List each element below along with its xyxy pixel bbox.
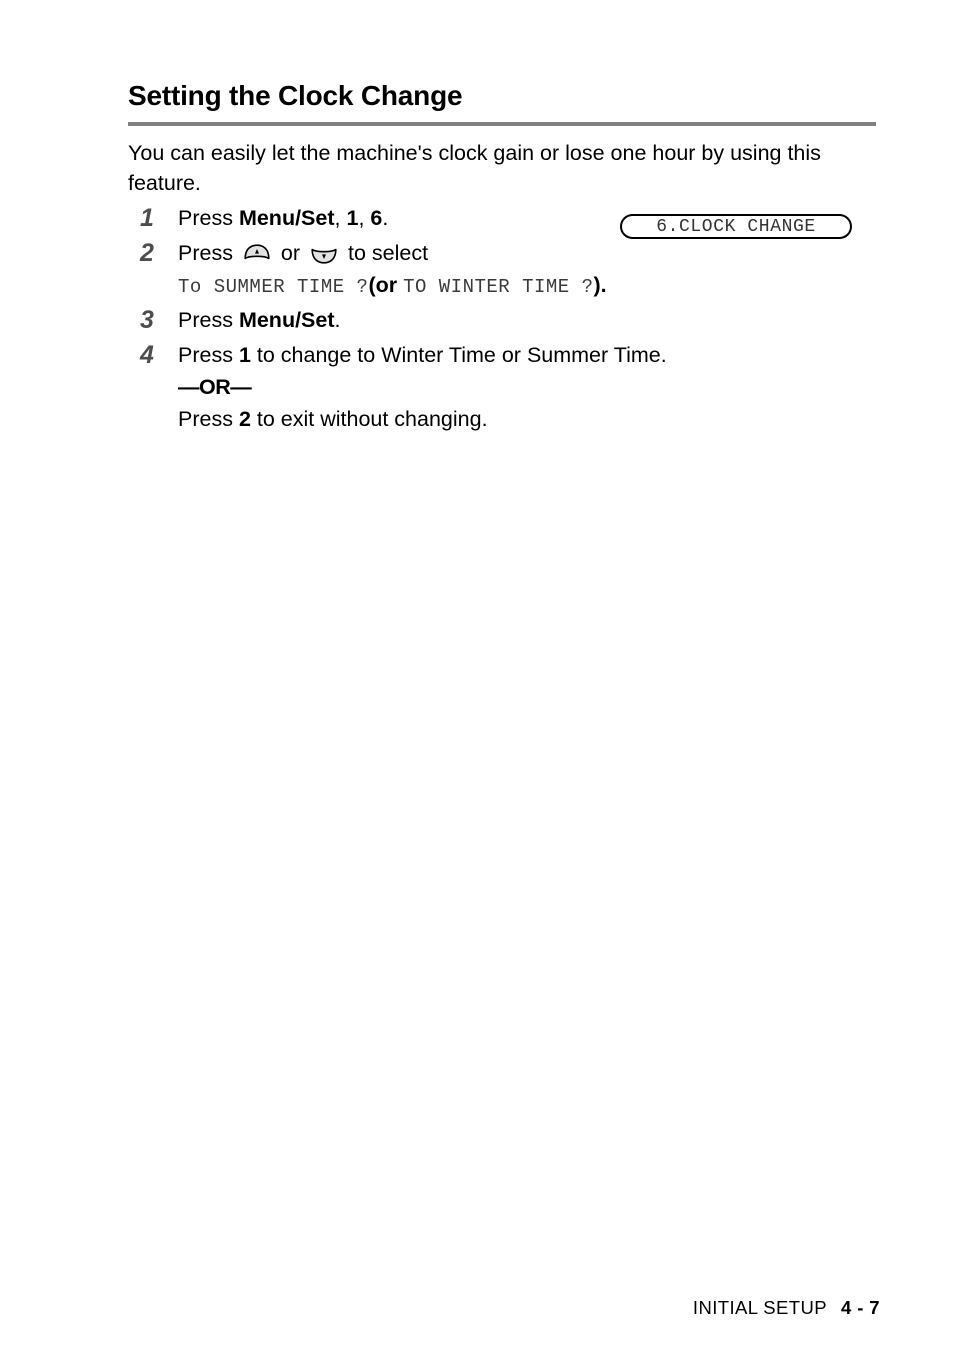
step1-sep2: ,	[358, 206, 371, 230]
or-divider: —OR—	[178, 375, 252, 399]
step-content: Press Menu/Set, 1, 6.	[178, 202, 888, 234]
step4-key-1: 1	[238, 343, 251, 367]
step4-alt-prefix: Press	[178, 407, 239, 431]
step-item: 1 Press Menu/Set, 1, 6.	[128, 202, 888, 236]
step-number: 2	[140, 239, 154, 267]
step1-prefix: Press	[178, 206, 239, 230]
step2-prefix: Press	[178, 241, 239, 265]
page-title: Setting the Clock Change	[128, 80, 463, 111]
title-divider	[128, 122, 876, 126]
step4-key-2: 2	[238, 407, 251, 431]
step2-middle: or	[274, 241, 307, 265]
step-number: 4	[140, 341, 154, 369]
step2-suffix: to select	[342, 241, 429, 265]
intro-paragraph: You can easily let the machine's clock g…	[128, 141, 821, 195]
procedure-steps: 1 Press Menu/Set, 1, 6. 2 Press or to se…	[128, 202, 888, 436]
step2-closing: ).	[593, 273, 607, 297]
step-item: 4 Press 1 to change to Winter Time or Su…	[128, 339, 888, 435]
step2-or-word: (or	[368, 273, 404, 297]
down-arrow-key-icon	[309, 243, 339, 265]
lcd-message-summer: To SUMMER TIME ?	[178, 276, 369, 298]
step-item: 2 Press or to select To SUMMER TIME ?(or…	[128, 237, 888, 303]
step-number: 1	[140, 204, 154, 232]
document-page: Setting the Clock Change You can easily …	[0, 0, 954, 1352]
step1-suffix: .	[382, 206, 389, 230]
step1-menuset-label: Menu/Set	[238, 206, 335, 230]
step-item: 3 Press Menu/Set.	[128, 304, 888, 338]
step4-suffix: to change to Winter Time or Summer Time.	[250, 343, 667, 367]
footer-chapter-label: INITIAL SETUP	[692, 1297, 827, 1318]
page-footer: INITIAL SETUP 4 - 7	[693, 1297, 880, 1319]
step-content: Press or to select To SUMMER TIME ?(or T…	[178, 237, 888, 303]
up-arrow-key-icon	[242, 243, 272, 265]
step1-key-6: 6	[370, 206, 383, 230]
step3-prefix: Press	[178, 308, 239, 332]
step-content: Press 1 to change to Winter Time or Summ…	[178, 339, 888, 435]
step4-prefix: Press	[178, 343, 239, 367]
step-number: 3	[140, 306, 154, 334]
step1-sep1: ,	[334, 206, 347, 230]
footer-page-number: 4 - 7	[840, 1297, 880, 1318]
step-content: Press Menu/Set.	[178, 304, 888, 336]
step4-alt-suffix: to exit without changing.	[250, 407, 488, 431]
step3-menuset-label: Menu/Set	[238, 308, 335, 332]
lcd-message-winter: TO WINTER TIME ?	[403, 276, 594, 298]
step3-suffix: .	[334, 308, 341, 332]
step1-key-1: 1	[346, 206, 359, 230]
